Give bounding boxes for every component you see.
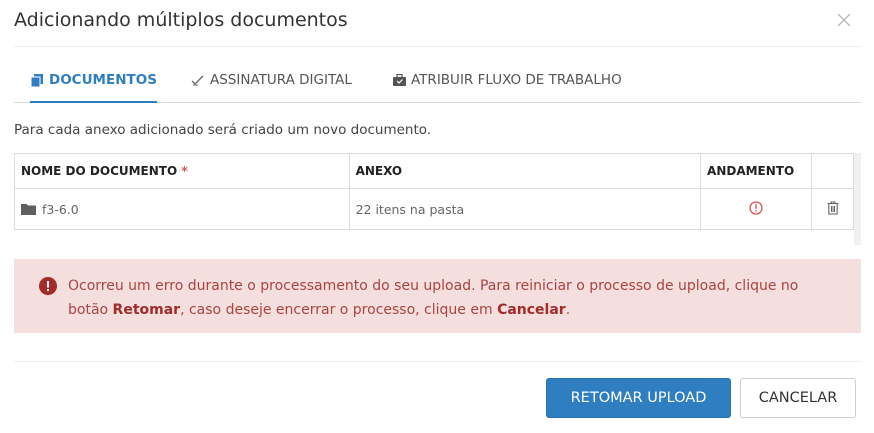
actions-cell	[811, 188, 854, 230]
footer-divider	[14, 361, 861, 362]
error-circle-icon[interactable]	[749, 200, 763, 215]
alert-cancel-emphasis: Cancelar	[497, 302, 566, 318]
documents-table: NOME DO DOCUMENTO * ANEXO ANDAMENTO f3-6…	[14, 153, 854, 230]
column-header-actions	[811, 153, 854, 189]
document-name-cell[interactable]: f3-6.0	[14, 188, 350, 230]
signature-icon	[191, 73, 205, 87]
table-row: f3-6.0 22 itens na pasta	[14, 188, 854, 230]
document-name: f3-6.0	[42, 201, 79, 217]
column-header-progress[interactable]: ANDAMENTO	[700, 153, 812, 189]
progress-cell	[700, 188, 812, 230]
folder-icon	[21, 204, 36, 215]
dialog-title: Adicionando múltiplos documentos	[14, 9, 348, 31]
column-header-attachment[interactable]: ANEXO	[348, 153, 702, 189]
tab-bar: DOCUMENTOS ASSINATURA DIGITAL ATRIBUIR F…	[14, 58, 861, 103]
tab-label: ASSINATURA DIGITAL	[210, 72, 352, 88]
table-scrollbar[interactable]	[854, 153, 861, 245]
tab-assinatura-digital[interactable]: ASSINATURA DIGITAL	[191, 58, 352, 102]
table-header-row: NOME DO DOCUMENTO * ANEXO ANDAMENTO	[14, 153, 854, 189]
tab-documentos[interactable]: DOCUMENTOS	[30, 58, 157, 103]
upload-dialog: Adicionando múltiplos documentos DOCUMEN…	[0, 0, 874, 433]
column-header-name[interactable]: NOME DO DOCUMENTO *	[14, 153, 350, 189]
header-divider	[14, 46, 861, 47]
column-header-name-label: NOME DO DOCUMENTO	[21, 164, 178, 178]
error-alert: Ocorreu um erro durante o processamento …	[14, 259, 861, 333]
trash-icon[interactable]	[827, 200, 839, 215]
info-text: Para cada anexo adicionado será criado u…	[14, 122, 432, 138]
tab-label: ATRIBUIR FLUXO DE TRABALHO	[411, 72, 622, 88]
close-icon[interactable]	[836, 12, 852, 28]
document-icon	[30, 73, 44, 87]
tab-atribuir-fluxo[interactable]: ATRIBUIR FLUXO DE TRABALHO	[392, 58, 622, 102]
cancel-button[interactable]: CANCELAR	[740, 378, 856, 418]
alert-resume-emphasis: Retomar	[112, 302, 181, 318]
error-alert-icon	[39, 277, 57, 295]
required-marker: *	[181, 164, 188, 178]
attachment-cell: 22 itens na pasta	[348, 188, 702, 230]
alert-text-part3: .	[565, 302, 571, 318]
tab-label: DOCUMENTOS	[49, 72, 157, 88]
workflow-briefcase-icon	[392, 73, 406, 87]
resume-upload-button[interactable]: RETOMAR UPLOAD	[546, 378, 731, 418]
alert-text-part2: , caso deseje encerrar o processo, cliqu…	[180, 302, 498, 318]
